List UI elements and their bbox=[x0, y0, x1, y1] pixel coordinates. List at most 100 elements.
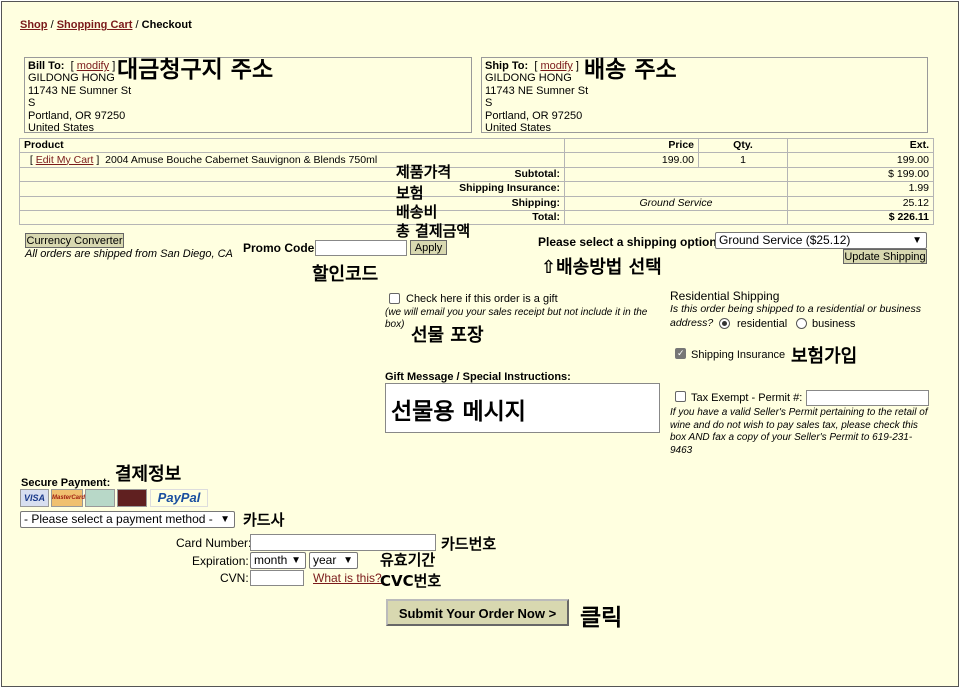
bill-line: Portland, OR 97250 bbox=[28, 109, 126, 122]
what-is-this-link[interactable]: What is this? bbox=[313, 571, 382, 585]
header-price: Price bbox=[564, 137, 699, 154]
credit-card-icon bbox=[117, 489, 147, 507]
shipping-insurance-checkbox[interactable] bbox=[675, 348, 686, 359]
tax-exempt-label: Tax Exempt - Permit #: bbox=[691, 392, 803, 404]
paypal-icon: PayPal bbox=[150, 489, 208, 507]
annotation-card-number: 카드번호 bbox=[441, 535, 497, 553]
annotation-ship-address: 배송 주소 bbox=[584, 57, 677, 83]
ship-line: Portland, OR 97250 bbox=[485, 109, 583, 122]
shipping-option-label: Please select a shipping option: bbox=[538, 235, 721, 249]
shipping-method: Ground Service bbox=[564, 195, 788, 211]
discover-card-icon bbox=[85, 489, 115, 507]
mastercard-card-icon: MasterCard bbox=[51, 489, 85, 507]
annotation-total: 총 결제금액 bbox=[396, 222, 471, 240]
item-ext: 199.00 bbox=[787, 152, 934, 168]
annotation-gift-message: 선물용 메시지 bbox=[391, 399, 526, 425]
annotation-card-company: 카드사 bbox=[243, 511, 285, 529]
bill-modify-link[interactable]: modify bbox=[77, 60, 109, 72]
empty-cell bbox=[564, 181, 788, 197]
empty-cell bbox=[564, 209, 788, 226]
annotation-ship-method: ⇧배송방법 선택 bbox=[541, 257, 662, 278]
annotation-gift-wrap: 선물 포장 bbox=[411, 325, 484, 346]
shipping-option-select[interactable]: Ground Service ($25.12) ▼ bbox=[715, 232, 927, 249]
residential-title: Residential Shipping bbox=[670, 289, 780, 303]
breadcrumb-separator: / bbox=[50, 19, 54, 31]
annotation-payment-info: 결제정보 bbox=[115, 464, 182, 485]
table-row: Subtotal: $ 199.00 bbox=[19, 166, 934, 183]
breadcrumb: Shop / Shopping Cart / Checkout bbox=[20, 19, 192, 31]
ship-line: S bbox=[485, 97, 493, 110]
shipping-value: 25.12 bbox=[787, 195, 934, 211]
expiration-month-select[interactable]: month ▼ bbox=[250, 552, 306, 569]
breadcrumb-cart-link[interactable]: Shopping Cart bbox=[57, 19, 133, 31]
header-ext: Ext. bbox=[787, 137, 934, 154]
promo-label: Promo Code: bbox=[243, 241, 319, 255]
gift-checkbox[interactable] bbox=[389, 293, 400, 304]
insurance-label: Shipping Insurance: bbox=[19, 181, 565, 197]
chevron-down-icon: ▼ bbox=[912, 235, 922, 246]
subtotal-label: Subtotal: bbox=[19, 166, 565, 183]
table-row: [ Edit My Cart ] 2004 Amuse Bouche Caber… bbox=[19, 152, 934, 168]
secure-payment-label: Secure Payment: bbox=[21, 477, 111, 489]
table-header-row: Product Price Qty. Ext. bbox=[19, 137, 934, 154]
item-cell: [ Edit My Cart ] 2004 Amuse Bouche Caber… bbox=[19, 152, 565, 168]
permit-input[interactable] bbox=[806, 390, 929, 406]
month-value: month bbox=[254, 553, 288, 567]
breadcrumb-shop-link[interactable]: Shop bbox=[20, 19, 48, 31]
payment-method-select[interactable]: - Please select a payment method - ▼ bbox=[20, 511, 235, 528]
bracket: ] bbox=[575, 60, 579, 72]
residential-radio[interactable] bbox=[719, 318, 730, 329]
insurance-value: 1.99 bbox=[787, 181, 934, 197]
business-radio[interactable] bbox=[796, 318, 807, 329]
ship-modify-link[interactable]: modify bbox=[540, 60, 572, 72]
year-value: year bbox=[313, 553, 337, 567]
chevron-down-icon: ▼ bbox=[291, 555, 301, 566]
ship-origin-note: All orders are shipped from San Diego, C… bbox=[25, 248, 233, 260]
gift-check-label: Check here if this order is a gift bbox=[406, 293, 558, 305]
apply-button[interactable]: Apply bbox=[410, 240, 447, 255]
total-label: Total: bbox=[19, 209, 565, 226]
payment-method-value: - Please select a payment method - bbox=[24, 512, 213, 526]
breadcrumb-current: Checkout bbox=[141, 19, 192, 31]
bracket: ] bbox=[112, 60, 116, 72]
annotation-shipping-fee: 배송비 bbox=[396, 203, 438, 221]
cart-table: Product Price Qty. Ext. [ Edit My Cart ]… bbox=[19, 137, 934, 226]
bracket: [ bbox=[70, 60, 74, 72]
expiration-year-select[interactable]: year ▼ bbox=[309, 552, 358, 569]
annotation-cvc: CVC번호 bbox=[380, 572, 442, 590]
shipping-option-value: Ground Service ($25.12) bbox=[719, 233, 851, 247]
bracket: ] bbox=[96, 153, 100, 166]
annotation-bill-address: 대금청구지 주소 bbox=[117, 57, 274, 83]
currency-converter-button[interactable]: Currency Converter bbox=[25, 233, 124, 248]
annotation-insurance-join: 보험가입 bbox=[791, 346, 858, 367]
header-product: Product bbox=[19, 137, 565, 154]
residential-radio-label: residential bbox=[737, 318, 788, 330]
subtotal-value: $ 199.00 bbox=[787, 166, 934, 183]
card-number-label: Card Number: bbox=[176, 536, 252, 550]
cvn-input[interactable] bbox=[250, 570, 304, 586]
chevron-down-icon: ▼ bbox=[343, 555, 353, 566]
gift-message-label: Gift Message / Special Instructions: bbox=[385, 371, 571, 383]
business-radio-label: business bbox=[812, 318, 856, 330]
annotation-expiry: 유효기간 bbox=[380, 551, 436, 569]
shipping-insurance-label: Shipping Insurance bbox=[691, 349, 786, 361]
table-row: Shipping: Ground Service 25.12 bbox=[19, 195, 934, 211]
ship-to-box: Ship To: [ modify ] GILDONG HONG 11743 N… bbox=[481, 57, 928, 135]
update-shipping-button[interactable]: Update Shipping bbox=[843, 249, 927, 264]
ship-line: United States bbox=[485, 122, 552, 135]
edit-cart-link[interactable]: Edit My Cart bbox=[36, 154, 94, 166]
tax-exempt-note: If you have a valid Seller's Permit pert… bbox=[670, 407, 928, 456]
annotation-click: 클릭 bbox=[580, 605, 623, 631]
annotation-promo: 할인코드 bbox=[312, 264, 379, 285]
tax-exempt-checkbox[interactable] bbox=[675, 391, 686, 402]
promo-input[interactable] bbox=[315, 240, 407, 256]
item-name: 2004 Amuse Bouche Cabernet Sauvignon & B… bbox=[105, 153, 378, 166]
submit-order-button[interactable]: Submit Your Order Now > bbox=[386, 599, 569, 626]
ship-to-label: Ship To: bbox=[485, 60, 529, 72]
item-qty: 1 bbox=[698, 152, 788, 168]
bill-line: 11743 NE Sumner St bbox=[28, 84, 132, 97]
item-price: 199.00 bbox=[564, 152, 699, 168]
total-value: $ 226.11 bbox=[787, 209, 934, 226]
bill-line: United States bbox=[28, 122, 95, 135]
header-qty: Qty. bbox=[698, 137, 788, 154]
